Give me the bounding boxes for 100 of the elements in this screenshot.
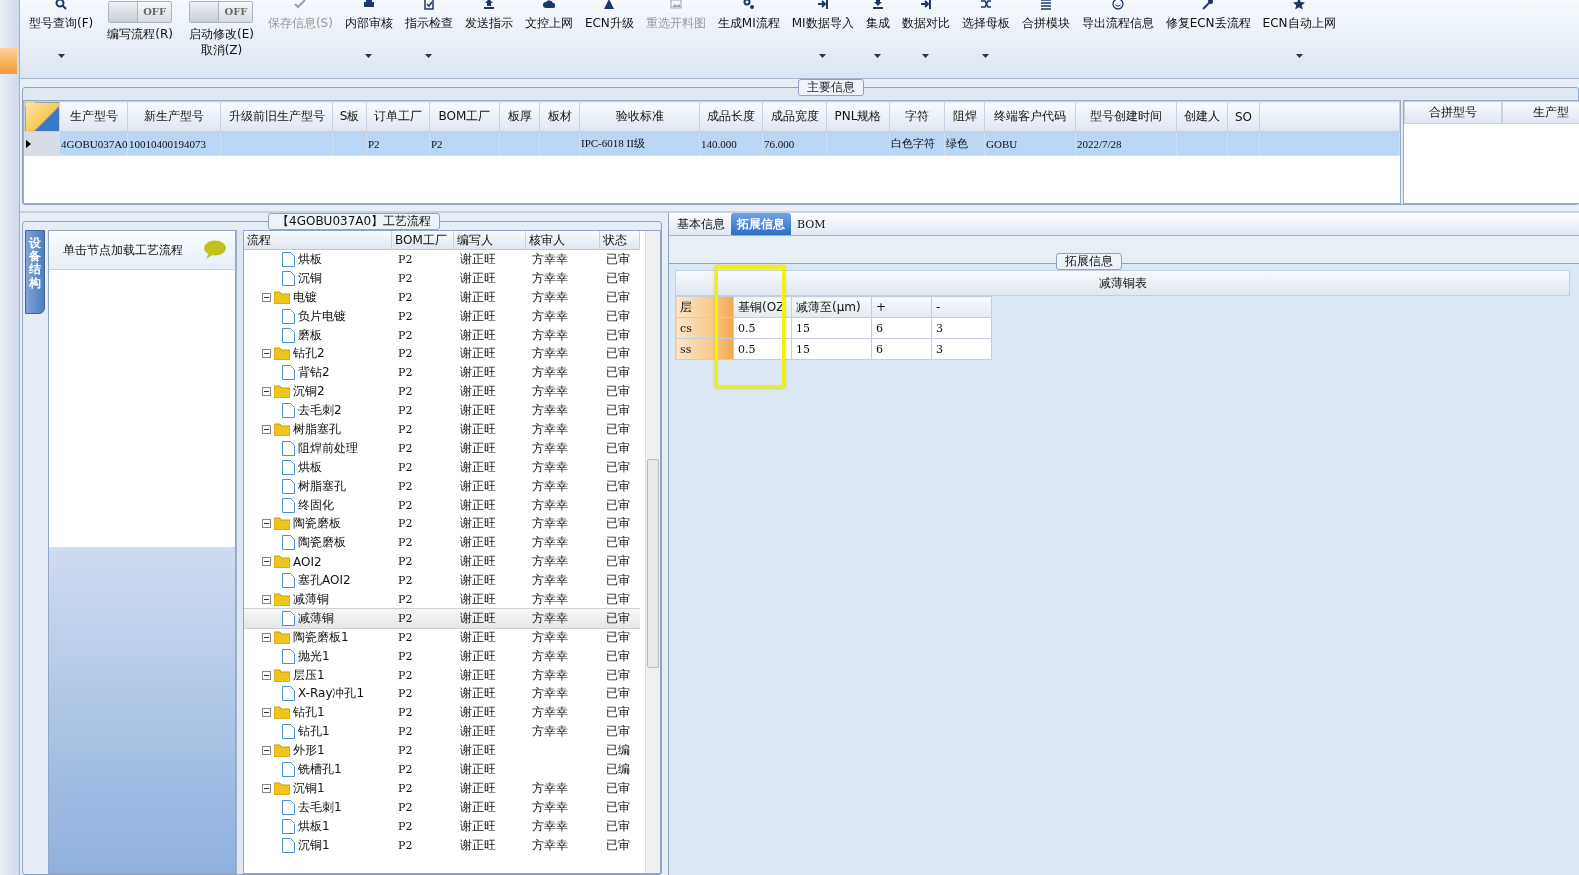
column-header[interactable]: 核审人 <box>526 231 600 250</box>
tree-row[interactable]: 沉铜2 P2 谢正旺 方幸幸 已审 <box>244 382 640 402</box>
tree-row[interactable]: 陶瓷磨板 P2 谢正旺 方幸幸 已审 <box>244 514 640 534</box>
tree-row[interactable]: 钻孔1 P2 谢正旺 方幸幸 已审 <box>244 703 640 723</box>
tree-row[interactable]: 终固化 P2 谢正旺 方幸幸 已审 <box>244 495 640 515</box>
expander-icon[interactable] <box>262 292 271 302</box>
toolbar-button[interactable]: 内部审核 <box>339 0 398 60</box>
column-header[interactable]: 流程 <box>244 231 392 250</box>
expander-icon[interactable] <box>262 594 271 604</box>
tree-row[interactable]: AOI2 P2 谢正旺 方幸幸 已审 <box>244 552 640 572</box>
toolbar-button[interactable]: 文控上网 <box>519 0 578 60</box>
column-header[interactable]: 减薄至(μm) <box>791 296 872 318</box>
tree-row[interactable]: 铣槽孔1 P2 谢正旺 已编 <box>244 760 640 779</box>
tree-row[interactable]: X-Ray冲孔1 P2 谢正旺 方幸幸 已审 <box>244 684 640 704</box>
tree-row[interactable]: 沉铜1 P2 谢正旺 方幸幸 已审 <box>244 835 640 855</box>
column-header[interactable]: 升级前旧生产型号 <box>220 101 333 132</box>
column-header[interactable]: PNL规格 <box>826 101 890 132</box>
column-header[interactable]: 状态 <box>600 231 640 250</box>
expander-icon[interactable] <box>262 708 271 718</box>
tree-row[interactable]: 钻孔2 P2 谢正旺 方幸幸 已审 <box>244 344 640 364</box>
toolbar-button[interactable]: ECN自动上网 <box>1257 0 1341 60</box>
column-header[interactable]: 层 <box>675 296 716 318</box>
tab[interactable]: 拓展信息 <box>731 213 791 235</box>
toggle-switch[interactable]: OFF <box>189 1 254 23</box>
expander-icon[interactable] <box>262 349 271 359</box>
select-all-corner[interactable] <box>24 101 60 132</box>
column-header[interactable]: S板 <box>332 101 367 132</box>
toolbar-button[interactable]: 合拼模块 <box>1016 0 1075 60</box>
tree-cell: P2 <box>398 290 413 304</box>
tree-row[interactable]: 磨板 P2 谢正旺 方幸幸 已审 <box>244 325 640 345</box>
tree-row[interactable]: 烘板 P2 谢正旺 方幸幸 已审 <box>244 250 640 269</box>
column-header[interactable]: + <box>871 296 932 318</box>
tree-row[interactable]: 烘板1 P2 谢正旺 方幸幸 已审 <box>244 816 640 836</box>
toolbar-button[interactable]: 数据对比 <box>896 0 955 60</box>
toggle-switch[interactable]: OFF <box>108 1 173 23</box>
column-header[interactable]: 成品宽度 <box>762 101 827 132</box>
expander-icon[interactable] <box>262 557 271 567</box>
expander-icon[interactable] <box>262 387 271 397</box>
toolbar-button[interactable]: 导出流程信息 <box>1076 0 1159 60</box>
toolbar-button[interactable]: 选择母板 <box>956 0 1015 60</box>
toolbar-button[interactable]: 生成MI流程 <box>712 0 785 60</box>
expander-icon[interactable] <box>262 670 271 680</box>
column-header[interactable]: BOM工厂 <box>392 231 454 250</box>
table-row[interactable]: 4GOBU037A0 10010400194073 P2 P2 IPC-6018 II级 140.000 76.000 白色字符 绿色 GOBU 2022/7/28 <box>24 131 1400 156</box>
column-header[interactable]: 验收标准 <box>579 101 700 132</box>
expander-icon[interactable] <box>262 632 271 642</box>
toolbar-button[interactable]: 指示检查 <box>399 0 458 60</box>
tree-row[interactable]: 电镀 P2 谢正旺 方幸幸 已审 <box>244 287 640 307</box>
column-header[interactable]: BOM工厂 <box>429 101 500 132</box>
toolbar-button[interactable]: MI数据导入 <box>786 0 859 60</box>
tree-row[interactable]: 外形1 P2 谢正旺 已编 <box>244 741 640 761</box>
tree-cell: 已审 <box>606 289 630 304</box>
column-header[interactable]: 生产型号 <box>59 101 128 132</box>
column-header[interactable]: 字符 <box>889 101 945 132</box>
tree-row[interactable]: 去毛刺1 P2 谢正旺 方幸幸 已审 <box>244 797 640 817</box>
column-header[interactable]: 生产型 <box>1502 101 1579 124</box>
column-header[interactable]: 合拼型号 <box>1404 101 1502 124</box>
column-header[interactable]: 板材 <box>539 101 580 132</box>
tree-row[interactable]: 树脂塞孔 P2 谢正旺 方幸幸 已审 <box>244 476 640 496</box>
column-header[interactable]: 板厚 <box>499 101 540 132</box>
column-header[interactable]: 终端客户代码 <box>984 101 1076 132</box>
column-header[interactable]: SO <box>1227 101 1260 132</box>
toolbar-button[interactable]: 修复ECN丢流程 <box>1160 0 1256 60</box>
tree-row[interactable]: 陶瓷磨板 P2 谢正旺 方幸幸 已审 <box>244 533 640 553</box>
column-header[interactable]: - <box>931 296 992 318</box>
toolbar-button[interactable]: ECN升级 <box>579 0 639 60</box>
column-header[interactable]: 成品长度 <box>699 101 763 132</box>
toolbar-button[interactable]: 型号查询(F) <box>24 0 99 60</box>
tree-row[interactable]: 背钻2 P2 谢正旺 方幸幸 已审 <box>244 363 640 383</box>
tree-row[interactable]: 减薄铜 P2 谢正旺 方幸幸 已审 <box>244 608 640 628</box>
tree-row[interactable]: 减薄铜 P2 谢正旺 方幸幸 已审 <box>244 590 640 609</box>
tab[interactable]: 基本信息 <box>671 213 731 235</box>
column-header[interactable]: 创建人 <box>1176 101 1228 132</box>
tree-row[interactable]: 塞孔AOI2 P2 谢正旺 方幸幸 已审 <box>244 571 640 591</box>
expander-icon[interactable] <box>262 746 271 756</box>
toolbar-button[interactable]: 发送指示 <box>459 0 518 60</box>
column-header[interactable]: 型号创建时间 <box>1075 101 1177 132</box>
nav-tab-marker[interactable] <box>0 48 17 74</box>
tab[interactable]: BOM <box>791 213 832 235</box>
scrollbar[interactable] <box>645 231 660 873</box>
tree-row[interactable]: 陶瓷磨板1 P2 谢正旺 方幸幸 已审 <box>244 627 640 647</box>
tree-row[interactable]: 沉铜 P2 谢正旺 方幸幸 已审 <box>244 268 640 288</box>
column-header[interactable]: 订单工厂 <box>366 101 430 132</box>
tree-row[interactable]: 钻孔1 P2 谢正旺 方幸幸 已审 <box>244 722 640 742</box>
tree-row[interactable]: 抛光1 P2 谢正旺 方幸幸 已审 <box>244 646 640 666</box>
toolbar-button[interactable]: 集成 <box>860 0 895 60</box>
expander-icon[interactable] <box>262 783 271 793</box>
tree-row[interactable]: 去毛刺2 P2 谢正旺 方幸幸 已审 <box>244 401 640 420</box>
expander-icon[interactable] <box>262 519 271 529</box>
column-header[interactable]: 编写人 <box>454 231 526 250</box>
expander-icon[interactable] <box>262 424 271 434</box>
tree-row[interactable]: 树脂塞孔 P2 谢正旺 方幸幸 已审 <box>244 420 640 439</box>
column-header[interactable]: 新生产型号 <box>127 101 221 132</box>
tree-row[interactable]: 层压1 P2 谢正旺 方幸幸 已审 <box>244 665 640 685</box>
tree-row[interactable]: 负片电镀 P2 谢正旺 方幸幸 已审 <box>244 306 640 326</box>
column-header[interactable]: 阻焊 <box>944 101 985 132</box>
tree-row[interactable]: 沉铜1 P2 谢正旺 方幸幸 已审 <box>244 778 640 798</box>
tree-row[interactable]: 阻焊前处理 P2 谢正旺 方幸幸 已审 <box>244 438 640 458</box>
image-icon <box>669 0 682 10</box>
tree-row[interactable]: 烘板 P2 谢正旺 方幸幸 已审 <box>244 457 640 477</box>
